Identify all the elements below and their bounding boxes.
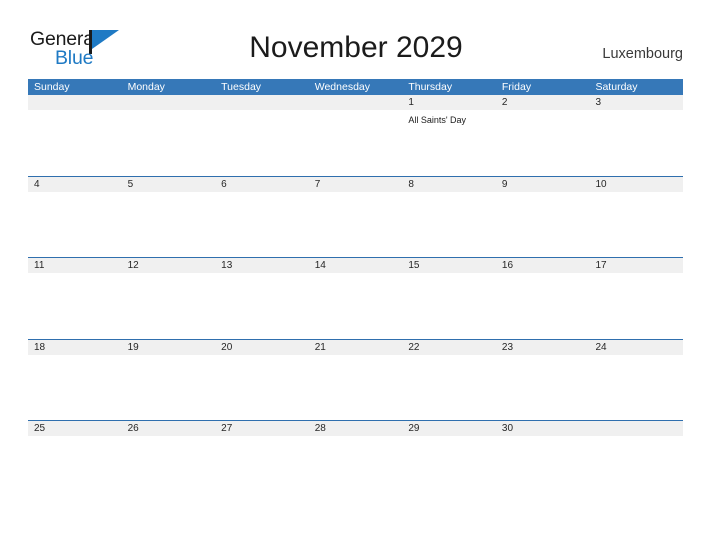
- day-event: [402, 273, 496, 337]
- day-event: [215, 110, 309, 174]
- day-event: [122, 273, 216, 337]
- day-event: [122, 355, 216, 419]
- day-event: [28, 110, 122, 174]
- day-number[interactable]: 5: [122, 177, 216, 192]
- day-number[interactable]: [215, 95, 309, 110]
- day-event: [215, 355, 309, 419]
- day-event: [28, 436, 122, 500]
- weekday-header-saturday: Saturday: [595, 81, 638, 93]
- calendar-grid: Sunday Monday Tuesday Wednesday Thursday…: [28, 79, 683, 502]
- day-number[interactable]: 8: [402, 177, 496, 192]
- calendar-page: General Blue November 2029 Luxembourg Su…: [0, 0, 712, 550]
- weekday-header-sunday: Sunday: [34, 81, 70, 93]
- day-event: [589, 110, 683, 174]
- weekday-header-friday: Friday: [501, 81, 532, 93]
- week-row: 11 12 13 14 15 16 17: [28, 257, 683, 339]
- weekday-header-tuesday: Tuesday: [221, 81, 262, 93]
- day-number[interactable]: 6: [215, 177, 309, 192]
- week-event-band: [28, 191, 683, 256]
- day-number[interactable]: 19: [122, 340, 216, 355]
- day-number[interactable]: [309, 95, 403, 110]
- day-number[interactable]: 11: [28, 258, 122, 273]
- week-row: 25 26 27 28 29 30: [28, 420, 683, 502]
- day-number[interactable]: 12: [122, 258, 216, 273]
- day-number[interactable]: 10: [589, 177, 683, 192]
- day-event: [402, 192, 496, 256]
- day-event: [28, 273, 122, 337]
- day-number[interactable]: 26: [122, 421, 216, 436]
- weekday-header-monday: Monday: [127, 81, 165, 93]
- day-event: [122, 436, 216, 500]
- day-event: [215, 192, 309, 256]
- location-label: Luxembourg: [602, 46, 683, 62]
- week-row: 18 19 20 21 22 23 24: [28, 338, 683, 421]
- day-event: All Saints' Day: [408, 115, 467, 125]
- day-event: [496, 273, 590, 337]
- day-event: [589, 273, 683, 337]
- day-number[interactable]: 17: [589, 258, 683, 273]
- week-row: 4 5 6 7 8 9 10: [28, 175, 683, 258]
- day-number[interactable]: 3: [589, 95, 683, 110]
- day-number[interactable]: [589, 421, 683, 436]
- day-number[interactable]: 4: [28, 177, 122, 192]
- day-event: [28, 355, 122, 419]
- week-date-band: 25 26 27 28 29 30: [28, 421, 683, 436]
- day-event: [309, 355, 403, 419]
- weekday-header-thursday: Thursday: [408, 81, 453, 93]
- day-event: [589, 436, 683, 500]
- day-event: [28, 192, 122, 256]
- week-date-band: 18 19 20 21 22 23 24: [28, 339, 683, 355]
- day-event: [309, 436, 403, 500]
- day-number[interactable]: 22: [402, 340, 496, 355]
- day-number[interactable]: 20: [215, 340, 309, 355]
- day-number[interactable]: 18: [28, 340, 122, 355]
- day-event: [215, 436, 309, 500]
- week-event-band: [28, 354, 683, 419]
- week-date-band: 4 5 6 7 8 9 10: [28, 176, 683, 192]
- weekday-header-wednesday: Wednesday: [314, 81, 370, 93]
- day-number[interactable]: [122, 95, 216, 110]
- day-number[interactable]: 14: [309, 258, 403, 273]
- day-number[interactable]: 29: [402, 421, 496, 436]
- day-number[interactable]: 1: [402, 95, 496, 110]
- day-number[interactable]: 21: [309, 340, 403, 355]
- day-event: [496, 355, 590, 419]
- day-event: [402, 436, 496, 500]
- week-event-band: [28, 273, 683, 337]
- day-number[interactable]: 9: [496, 177, 590, 192]
- day-number[interactable]: 23: [496, 340, 590, 355]
- day-event: [496, 436, 590, 500]
- day-number[interactable]: 24: [589, 340, 683, 355]
- day-event: [309, 110, 403, 174]
- day-number[interactable]: 27: [215, 421, 309, 436]
- day-event: [402, 355, 496, 419]
- page-header: General Blue November 2029 Luxembourg: [0, 0, 712, 78]
- day-number[interactable]: 2: [496, 95, 590, 110]
- day-number[interactable]: 28: [309, 421, 403, 436]
- day-event: [215, 273, 309, 337]
- day-event: [589, 192, 683, 256]
- day-number[interactable]: 30: [496, 421, 590, 436]
- week-row: 1 2 3 All Saints' Day: [28, 95, 683, 176]
- week-event-band: [28, 436, 683, 500]
- day-number[interactable]: 15: [402, 258, 496, 273]
- day-event: [122, 192, 216, 256]
- day-event: [589, 355, 683, 419]
- day-number[interactable]: 16: [496, 258, 590, 273]
- day-event: [122, 110, 216, 174]
- day-event: [309, 273, 403, 337]
- day-number[interactable]: 13: [215, 258, 309, 273]
- day-event: [309, 192, 403, 256]
- week-event-band: All Saints' Day: [28, 110, 683, 174]
- day-number[interactable]: 7: [309, 177, 403, 192]
- day-number[interactable]: [28, 95, 122, 110]
- day-event: [496, 110, 590, 174]
- week-date-band: 11 12 13 14 15 16 17: [28, 258, 683, 273]
- day-number[interactable]: 25: [28, 421, 122, 436]
- weekday-header-row: Sunday Monday Tuesday Wednesday Thursday…: [28, 79, 683, 95]
- week-date-band: 1 2 3: [28, 95, 683, 110]
- day-event: [496, 192, 590, 256]
